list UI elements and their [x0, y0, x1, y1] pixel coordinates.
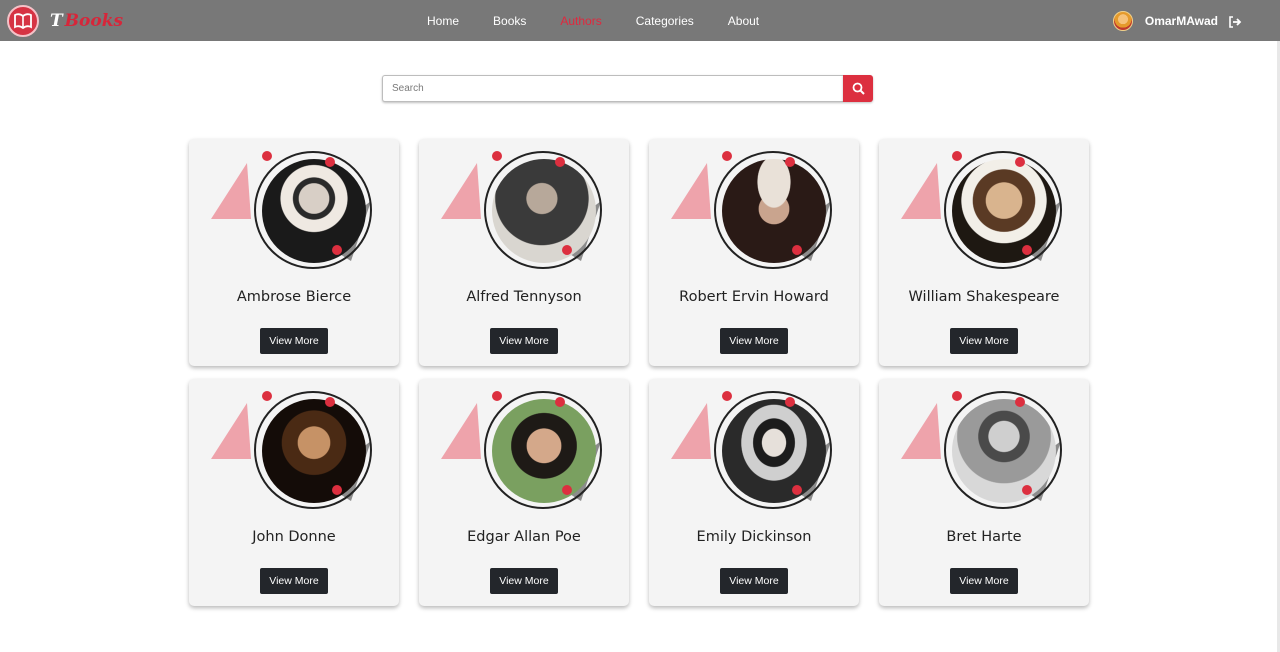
open-book-icon — [7, 4, 39, 37]
portrait-art — [669, 149, 839, 279]
dot-decoration — [555, 157, 565, 167]
author-portrait — [722, 399, 826, 503]
dot-decoration — [792, 245, 802, 255]
dot-decoration — [1022, 245, 1032, 255]
dot-decoration — [952, 391, 962, 401]
dot-decoration — [722, 391, 732, 401]
dot-decoration — [325, 397, 335, 407]
author-portrait — [262, 399, 366, 503]
nav-link-authors[interactable]: Authors — [560, 14, 601, 28]
search-input[interactable] — [382, 75, 843, 102]
dot-decoration — [562, 485, 572, 495]
author-portrait — [492, 159, 596, 263]
dot-decoration — [555, 397, 565, 407]
portrait-art — [899, 389, 1069, 519]
brand[interactable]: T Books — [7, 4, 123, 37]
nav-link-about[interactable]: About — [728, 14, 759, 28]
search-button[interactable] — [843, 75, 873, 102]
user-menu: OmarMAwad — [1112, 0, 1242, 41]
view-more-button[interactable]: View More — [950, 328, 1018, 354]
avatar[interactable] — [1112, 10, 1133, 31]
author-portrait — [492, 399, 596, 503]
author-name: Edgar Allan Poe — [467, 529, 581, 545]
author-card: Bret Harte View More — [879, 379, 1089, 606]
author-portrait — [952, 159, 1056, 263]
brand-name: T Books — [50, 11, 123, 31]
search-icon — [852, 82, 865, 95]
author-card: William Shakespeare View More — [879, 139, 1089, 366]
dot-decoration — [332, 245, 342, 255]
author-portrait — [722, 159, 826, 263]
nav-link-categories[interactable]: Categories — [636, 14, 694, 28]
portrait-art — [209, 389, 379, 519]
author-name: Emily Dickinson — [696, 529, 812, 545]
view-more-button[interactable]: View More — [720, 328, 788, 354]
dot-decoration — [785, 157, 795, 167]
search-bar — [382, 75, 873, 102]
dot-decoration — [792, 485, 802, 495]
dot-decoration — [952, 151, 962, 161]
dot-decoration — [722, 151, 732, 161]
portrait-art — [669, 389, 839, 519]
dot-decoration — [492, 151, 502, 161]
author-name: William Shakespeare — [908, 289, 1060, 305]
nav-link-books[interactable]: Books — [493, 14, 526, 28]
author-name: Robert Ervin Howard — [679, 289, 829, 305]
brand-t: T — [50, 10, 63, 31]
nav-links: Home Books Authors Categories About — [410, 0, 776, 41]
view-more-button[interactable]: View More — [490, 328, 558, 354]
view-more-button[interactable]: View More — [720, 568, 788, 594]
dot-decoration — [562, 245, 572, 255]
author-card: Emily Dickinson View More — [649, 379, 859, 606]
author-name: Alfred Tennyson — [466, 289, 582, 305]
dot-decoration — [262, 151, 272, 161]
author-card: Robert Ervin Howard View More — [649, 139, 859, 366]
dot-decoration — [785, 397, 795, 407]
dot-decoration — [332, 485, 342, 495]
dot-decoration — [262, 391, 272, 401]
author-card: Edgar Allan Poe View More — [419, 379, 629, 606]
username[interactable]: OmarMAwad — [1145, 14, 1218, 28]
author-portrait — [262, 159, 366, 263]
dot-decoration — [325, 157, 335, 167]
author-card: Ambrose Bierce View More — [189, 139, 399, 366]
navbar: T Books Home Books Authors Categories Ab… — [0, 0, 1280, 41]
dot-decoration — [1015, 157, 1025, 167]
portrait-art — [209, 149, 379, 279]
view-more-button[interactable]: View More — [950, 568, 1018, 594]
dot-decoration — [1015, 397, 1025, 407]
author-name: Bret Harte — [946, 529, 1022, 545]
author-name: Ambrose Bierce — [236, 289, 352, 305]
dot-decoration — [492, 391, 502, 401]
portrait-art — [439, 389, 609, 519]
author-card: John Donne View More — [189, 379, 399, 606]
author-card: Alfred Tennyson View More — [419, 139, 629, 366]
view-more-button[interactable]: View More — [260, 328, 328, 354]
portrait-art — [439, 149, 609, 279]
author-name: John Donne — [252, 529, 336, 545]
portrait-art — [899, 149, 1069, 279]
view-more-button[interactable]: View More — [490, 568, 558, 594]
view-more-button[interactable]: View More — [260, 568, 328, 594]
sign-out-icon[interactable] — [1228, 14, 1242, 28]
dot-decoration — [1022, 485, 1032, 495]
author-portrait — [952, 399, 1056, 503]
nav-link-home[interactable]: Home — [427, 14, 459, 28]
brand-books: Books — [64, 10, 124, 31]
